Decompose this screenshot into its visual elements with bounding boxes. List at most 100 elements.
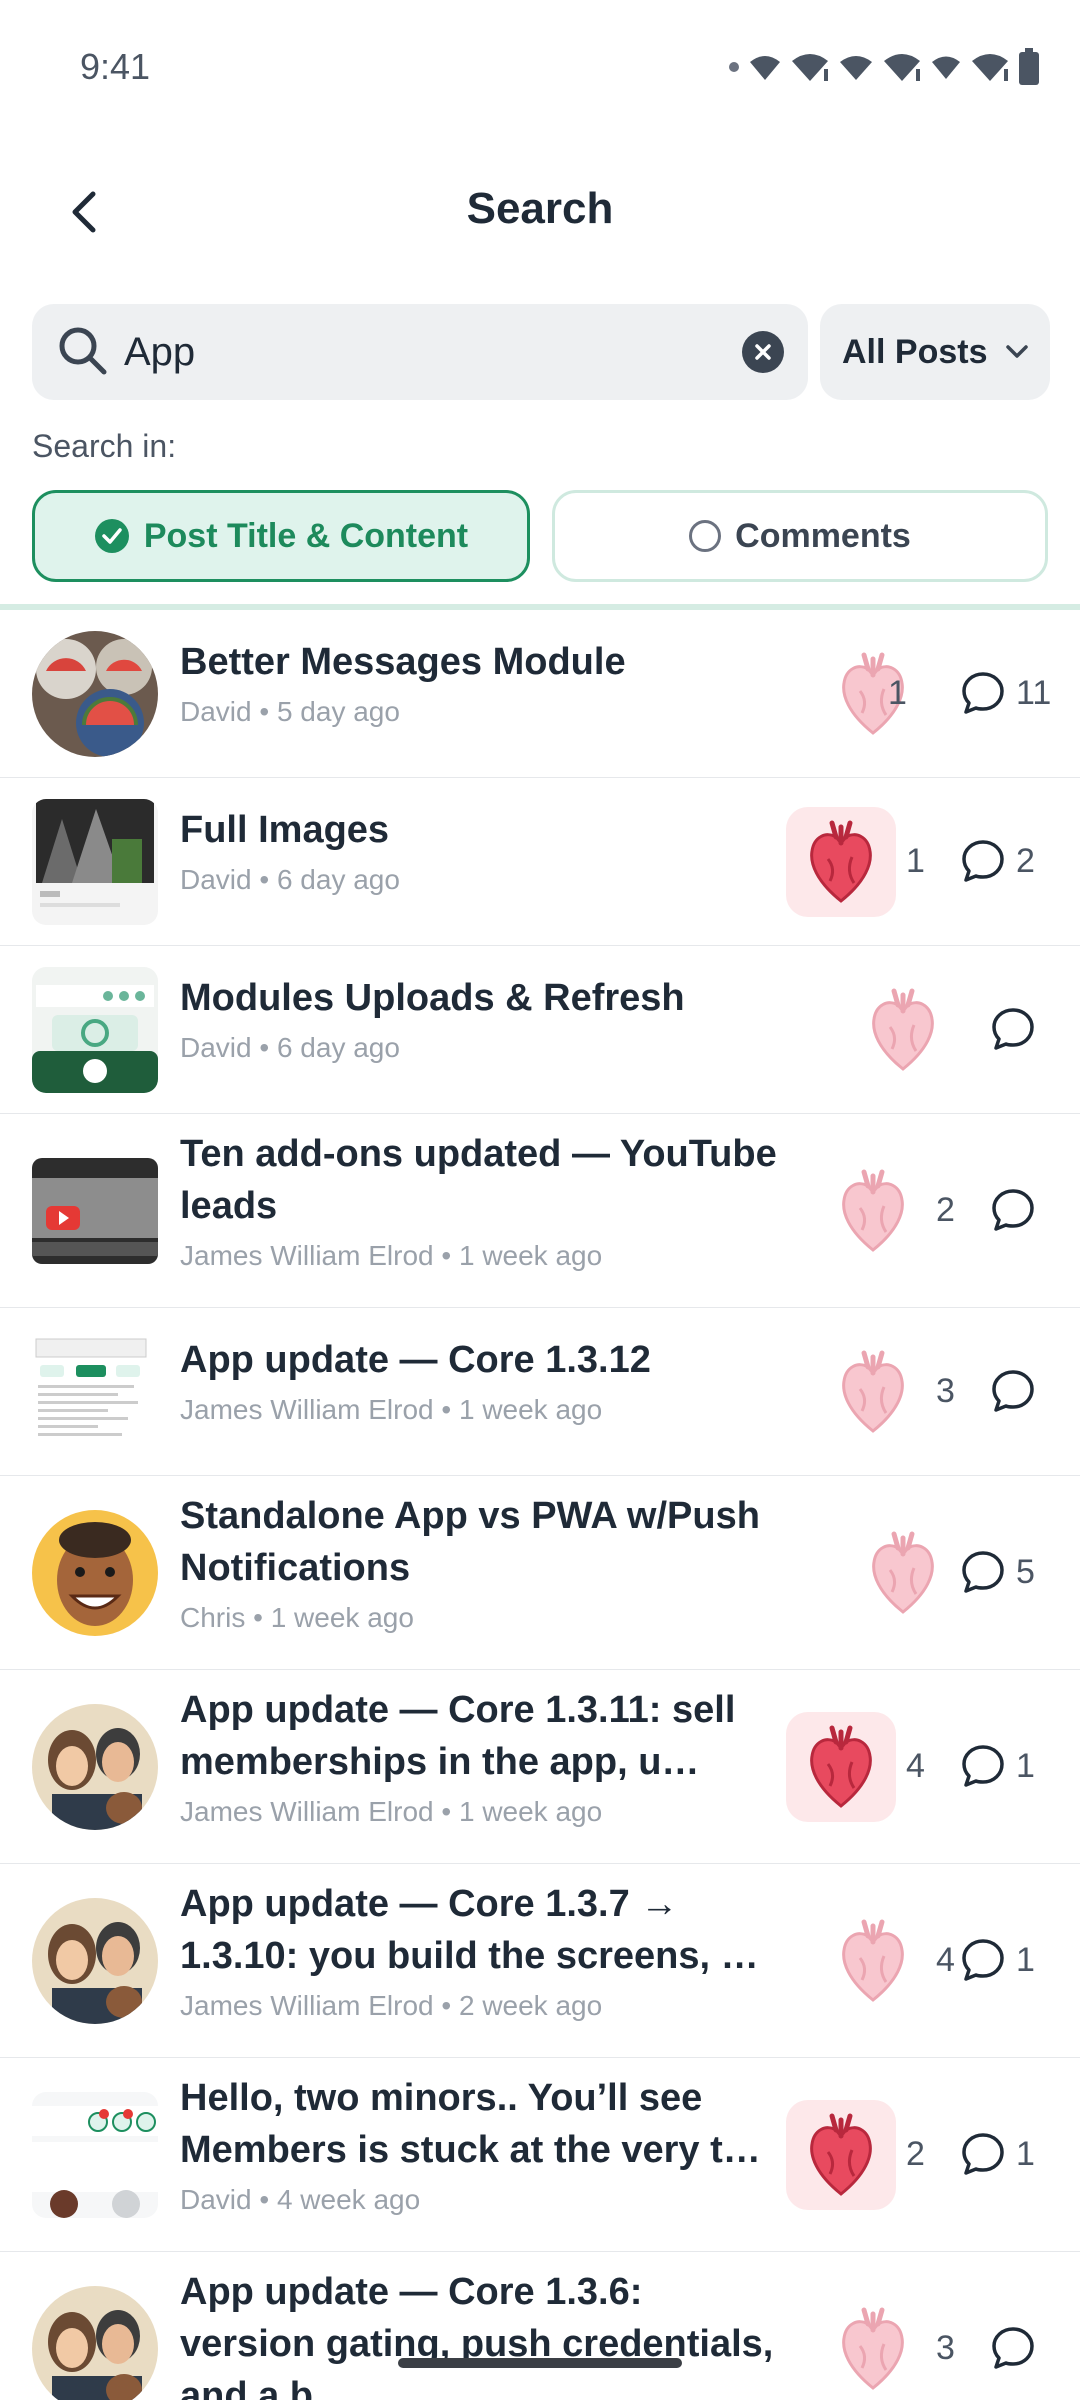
post-thumbnail: [32, 967, 158, 1093]
home-indicator: [398, 2358, 682, 2368]
post-meta: James William Elrod • 1 week ago: [180, 1240, 603, 1271]
result-row[interactable]: Full Images David • 6 day ago 1 2: [0, 778, 1080, 946]
result-row[interactable]: Modules Uploads & Refresh David • 6 day a…: [0, 946, 1080, 1114]
close-icon: [755, 344, 771, 360]
signal-icon: [932, 56, 960, 79]
comment-button[interactable]: [960, 838, 1006, 889]
like-count: 4: [906, 1747, 925, 1785]
post-meta: David • 4 week ago: [180, 2184, 421, 2215]
post-text: Better Messages Module David • 5 day ago: [180, 636, 780, 732]
comment-count: 1: [1016, 1941, 1035, 1979]
like-count: 3: [936, 2329, 955, 2367]
result-row[interactable]: App update — Core 1.3.11: sell membershi…: [0, 1670, 1080, 1864]
comment-icon: [962, 840, 1004, 882]
comment-button[interactable]: [960, 1743, 1006, 1794]
like-button[interactable]: [818, 1906, 928, 2016]
heart-icon: [810, 820, 872, 903]
result-row[interactable]: Standalone App vs PWA w/Push Notificatio…: [0, 1476, 1080, 1670]
comment-button[interactable]: [960, 1937, 1006, 1988]
post-thumbnail: [32, 1898, 158, 2024]
scope-post-title-content[interactable]: Post Title & Content: [32, 490, 530, 582]
post-title[interactable]: App update — Core 1.3.6: version gating,…: [180, 2266, 780, 2400]
comment-button[interactable]: [960, 670, 1006, 721]
post-title[interactable]: Hello, two minors.. You’ll see Members i…: [180, 2072, 780, 2176]
result-row[interactable]: Ten add-ons updated — YouTube leads James…: [0, 1114, 1080, 1308]
search-input[interactable]: [124, 318, 744, 386]
result-row[interactable]: App update — Core 1.3.6: version gating,…: [0, 2252, 1080, 2400]
post-text: App update — Core 1.3.6: version gating,…: [180, 2266, 780, 2400]
heart-icon: [842, 1919, 904, 2002]
notification-dot-icon: [729, 62, 739, 72]
result-row[interactable]: Hello, two minors.. You’ll see Members i…: [0, 2058, 1080, 2252]
comment-icon: [992, 1189, 1034, 1231]
comment-button[interactable]: [990, 1187, 1036, 1238]
comment-count: 11: [1016, 674, 1052, 712]
comment-button[interactable]: [960, 1549, 1006, 1600]
post-filter-label: All Posts: [842, 332, 988, 371]
post-thumbnail: [32, 1329, 158, 1455]
heart-icon: [810, 2113, 872, 2196]
status-icons: [728, 48, 1040, 86]
like-button[interactable]: [818, 1156, 928, 1266]
post-meta: James William Elrod • 1 week ago: [180, 1394, 603, 1425]
post-text: Hello, two minors.. You’ll see Members i…: [180, 2072, 780, 2220]
post-meta: James William Elrod • 2 week ago: [180, 1990, 603, 2021]
result-row[interactable]: App update — Core 1.3.12 James William El…: [0, 1308, 1080, 1476]
post-filter-dropdown[interactable]: All Posts: [820, 304, 1050, 400]
like-button[interactable]: [786, 1712, 896, 1822]
post-title[interactable]: Standalone App vs PWA w/Push Notificatio…: [180, 1490, 780, 1594]
like-button[interactable]: [848, 975, 958, 1085]
post-title[interactable]: App update — Core 1.3.7 → 1.3.10: you bu…: [180, 1878, 780, 1982]
result-row[interactable]: Better Messages Module David • 5 day ago 1…: [0, 610, 1080, 778]
comment-button[interactable]: [960, 2131, 1006, 2182]
like-count: 3: [936, 1372, 955, 1410]
post-text: App update — Core 1.3.7 → 1.3.10: you bu…: [180, 1878, 780, 2026]
like-button[interactable]: [818, 2294, 928, 2400]
post-text: Ten add-ons updated — YouTube leads James…: [180, 1128, 780, 1276]
signal-icon: [792, 54, 828, 81]
post-title[interactable]: Full Images: [180, 804, 780, 856]
comment-icon: [992, 1008, 1034, 1050]
result-row[interactable]: App update — Core 1.3.7 → 1.3.10: you bu…: [0, 1864, 1080, 2058]
post-thumbnail: [32, 1148, 158, 1274]
chevron-down-icon: [1006, 345, 1029, 358]
search-box[interactable]: [32, 304, 808, 400]
post-title[interactable]: App update — Core 1.3.11: sell membershi…: [180, 1684, 780, 1788]
comment-button[interactable]: [990, 1006, 1036, 1057]
like-button[interactable]: [848, 1518, 958, 1628]
like-button[interactable]: [786, 807, 896, 917]
like-button[interactable]: [818, 639, 928, 749]
comment-icon: [962, 1745, 1004, 1787]
like-count: 4: [936, 1941, 955, 1979]
post-thumbnail: [32, 799, 158, 925]
heart-icon: [872, 1531, 934, 1614]
post-title[interactable]: Ten add-ons updated — YouTube leads: [180, 1128, 780, 1232]
comment-icon: [992, 2327, 1034, 2369]
radio-empty-icon: [689, 520, 722, 552]
post-title[interactable]: Modules Uploads & Refresh: [180, 972, 780, 1024]
like-button[interactable]: [818, 1337, 928, 1447]
comment-count: 5: [1016, 1553, 1035, 1591]
scope-comments[interactable]: Comments: [552, 490, 1048, 582]
post-text: App update — Core 1.3.12 James William El…: [180, 1334, 780, 1430]
comment-count: 1: [1016, 2135, 1035, 2173]
like-button[interactable]: [786, 2100, 896, 2210]
post-meta: David • 6 day ago: [180, 864, 400, 895]
signal-icon: [840, 56, 872, 80]
search-in-label: Search in:: [32, 428, 177, 464]
post-text: App update — Core 1.3.11: sell membershi…: [180, 1684, 780, 1832]
comment-button[interactable]: [990, 2325, 1036, 2376]
post-title[interactable]: Better Messages Module: [180, 636, 780, 688]
clear-search-button[interactable]: [742, 331, 784, 373]
post-text: Full Images David • 6 day ago: [180, 804, 780, 900]
page-title: Search: [466, 184, 614, 233]
post-thumbnail: [32, 1704, 158, 1830]
wifi-icon: [750, 56, 780, 80]
like-count: 2: [936, 1191, 955, 1229]
signal-icon: [884, 54, 920, 81]
heart-icon: [842, 1350, 904, 1433]
results-list: Better Messages Module David • 5 day ago 1…: [0, 610, 1080, 2400]
heart-icon: [842, 1169, 904, 1252]
comment-button[interactable]: [990, 1368, 1036, 1419]
post-title[interactable]: App update — Core 1.3.12: [180, 1334, 780, 1386]
